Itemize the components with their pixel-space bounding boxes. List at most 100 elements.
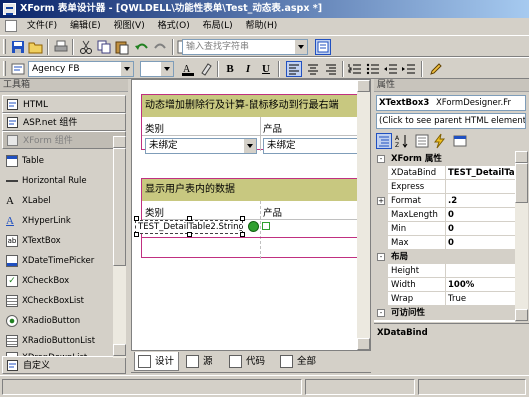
toolbox-item-table[interactable]: Table bbox=[4, 151, 112, 171]
scroll-up-icon[interactable] bbox=[357, 80, 370, 92]
numbered-list-icon[interactable] bbox=[347, 61, 363, 77]
property-row[interactable]: Width 100% bbox=[374, 278, 515, 292]
toolbox-item-horizontal-rule[interactable]: Horizontal Rule bbox=[4, 171, 112, 191]
scroll-up-icon[interactable] bbox=[515, 151, 528, 163]
move-handle-icon[interactable] bbox=[262, 222, 270, 230]
resize-handle[interactable] bbox=[134, 232, 139, 237]
expand-icon[interactable]: + bbox=[377, 197, 385, 205]
design-canvas[interactable]: 动态增加删除行及计算-鼠标移动到行最右端 类别 产品 未绑定 未绑定 显示用户表… bbox=[132, 80, 357, 350]
property-row[interactable]: MaxLength 0 bbox=[374, 208, 515, 222]
scroll-down-icon[interactable] bbox=[113, 344, 126, 356]
open-folder-icon[interactable] bbox=[28, 39, 44, 55]
redo-icon[interactable] bbox=[152, 39, 168, 55]
chevron-down-icon[interactable] bbox=[160, 62, 173, 76]
property-row[interactable]: Wrap True bbox=[374, 292, 515, 306]
property-value[interactable]: 100% bbox=[445, 278, 515, 291]
property-row[interactable]: Min 0 bbox=[374, 222, 515, 236]
find-button-icon[interactable] bbox=[315, 39, 331, 55]
resize-handle[interactable] bbox=[187, 216, 192, 221]
indent-icon[interactable] bbox=[401, 61, 417, 77]
tab-design[interactable]: 设计 bbox=[134, 352, 179, 371]
resize-handle[interactable] bbox=[134, 216, 139, 221]
chevron-down-icon[interactable] bbox=[294, 40, 307, 54]
tab-all[interactable]: 全部 bbox=[277, 352, 329, 371]
search-input[interactable]: 输入查找字符串 bbox=[182, 39, 308, 55]
property-value[interactable]: True bbox=[445, 292, 515, 305]
bullet-list-icon[interactable] bbox=[365, 61, 381, 77]
toolbox-item-xcheckbox[interactable]: ✓ XCheckBox bbox=[4, 271, 112, 291]
toolbox-item-xtextbox[interactable]: ab XTextBox bbox=[4, 231, 112, 251]
designer-scrollbar[interactable] bbox=[357, 80, 370, 350]
pencil-icon[interactable] bbox=[428, 61, 444, 77]
menu-file[interactable]: 文件(F) bbox=[22, 18, 62, 35]
property-row[interactable]: + Format .2 bbox=[374, 194, 515, 208]
save-icon[interactable] bbox=[10, 39, 26, 55]
tab-code[interactable]: 代码 bbox=[226, 352, 274, 371]
user-data-table[interactable]: 显示用户表内的数据 类别 产品 bbox=[141, 178, 357, 259]
alphabetical-icon[interactable]: AZ bbox=[394, 133, 410, 149]
toolbox-item-xradiobutton[interactable]: XRadioButton bbox=[4, 311, 112, 331]
font-color-icon[interactable]: A bbox=[180, 61, 196, 77]
property-category[interactable]: - XForm 属性 bbox=[374, 152, 515, 166]
toolbar-grip[interactable] bbox=[3, 39, 6, 54]
toolbox-item-xhyperlink[interactable]: A XHyperLink bbox=[4, 211, 112, 231]
tab-source[interactable]: 源 bbox=[183, 352, 223, 371]
toolbox-item-xdatetimepicker[interactable]: XDateTimePicker bbox=[4, 251, 112, 271]
toolbox-item-xcheckboxlist[interactable]: XCheckBoxList bbox=[4, 291, 112, 311]
scroll-down-icon[interactable] bbox=[357, 338, 370, 350]
font-size-select[interactable] bbox=[140, 61, 174, 77]
align-right-icon[interactable] bbox=[323, 61, 339, 77]
object-selector[interactable]: XTextBox3 XFormDesigner.Fr bbox=[376, 95, 526, 111]
chevron-down-icon[interactable] bbox=[120, 62, 133, 76]
dynamic-table[interactable]: 动态增加删除行及计算-鼠标移动到行最右端 类别 产品 未绑定 未绑定 bbox=[141, 94, 357, 154]
property-value[interactable]: 0 bbox=[445, 236, 515, 249]
resize-handle[interactable] bbox=[240, 232, 245, 237]
properties-scrollbar[interactable] bbox=[515, 151, 528, 321]
scrollbar-thumb[interactable] bbox=[113, 148, 126, 266]
paste-icon[interactable] bbox=[114, 39, 130, 55]
property-value[interactable]: 0 bbox=[445, 222, 515, 235]
menu-edit[interactable]: 编辑(E) bbox=[65, 18, 106, 35]
align-left-icon[interactable] bbox=[286, 61, 302, 77]
product-select[interactable]: 未绑定 bbox=[263, 138, 357, 154]
collapse-icon[interactable]: - bbox=[377, 253, 385, 261]
property-category[interactable]: - 布局 bbox=[374, 250, 515, 264]
menu-help[interactable]: 帮助(H) bbox=[241, 18, 283, 35]
property-value[interactable]: TEST_DetailTa bbox=[445, 166, 515, 179]
collapse-icon[interactable]: - bbox=[377, 155, 385, 163]
italic-button[interactable]: I bbox=[240, 61, 256, 77]
property-row[interactable]: Height bbox=[374, 264, 515, 278]
bold-button[interactable]: B bbox=[222, 61, 238, 77]
menu-layout[interactable]: 布局(L) bbox=[198, 18, 238, 35]
toolbox-category-custom[interactable]: 自定义 bbox=[2, 356, 126, 374]
toolbox-category-xform[interactable]: XForm 组件 bbox=[2, 131, 126, 149]
toolbox-item-xlabel[interactable]: A XLabel bbox=[4, 191, 112, 211]
font-select[interactable]: Agency FB bbox=[28, 61, 134, 77]
scroll-up-icon[interactable] bbox=[113, 136, 126, 148]
property-value[interactable] bbox=[445, 180, 515, 193]
resize-handle[interactable] bbox=[187, 232, 192, 237]
outdent-icon[interactable] bbox=[383, 61, 399, 77]
copy-icon[interactable] bbox=[96, 39, 112, 55]
property-row[interactable]: Express bbox=[374, 180, 515, 194]
menu-format[interactable]: 格式(O) bbox=[153, 18, 195, 35]
undo-icon[interactable] bbox=[134, 39, 150, 55]
property-value[interactable]: 0 bbox=[445, 208, 515, 221]
properties-icon[interactable] bbox=[414, 133, 430, 149]
smart-tag-icon[interactable] bbox=[248, 221, 259, 232]
underline-button[interactable]: U bbox=[258, 61, 274, 77]
property-pages-icon[interactable] bbox=[452, 133, 468, 149]
resize-handle[interactable] bbox=[240, 216, 245, 221]
events-icon[interactable] bbox=[432, 133, 448, 149]
scroll-down-icon[interactable] bbox=[515, 309, 528, 321]
property-row[interactable]: Max 0 bbox=[374, 236, 515, 250]
property-value[interactable] bbox=[445, 264, 515, 277]
toolbox-category-aspnet[interactable]: ASP.net 组件 bbox=[2, 113, 126, 131]
highlight-icon[interactable] bbox=[198, 61, 214, 77]
collapse-icon[interactable]: - bbox=[377, 309, 385, 317]
scrollbar-thumb[interactable] bbox=[515, 163, 528, 203]
property-category[interactable]: - 可访问性 bbox=[374, 306, 515, 320]
property-row[interactable]: XDataBind TEST_DetailTa bbox=[374, 166, 515, 180]
categorized-icon[interactable] bbox=[376, 133, 392, 149]
parent-element-link[interactable]: (Click to see parent HTML element) bbox=[376, 113, 526, 129]
